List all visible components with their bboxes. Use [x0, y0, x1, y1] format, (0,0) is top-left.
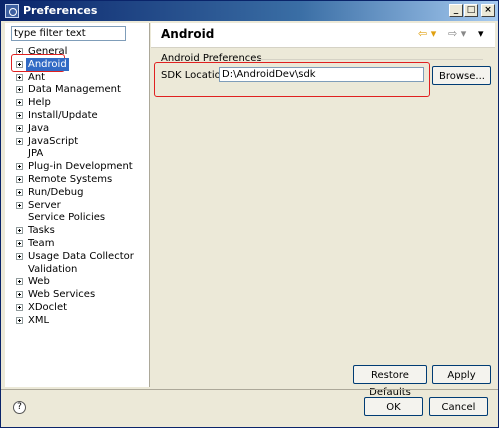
expand-plus-icon[interactable]	[16, 60, 23, 68]
expand-plus-icon[interactable]	[16, 86, 23, 94]
maximize-button[interactable]: □	[464, 4, 478, 17]
tree-item-label: Android	[26, 57, 69, 71]
tree-item-label: Plug-in Development	[28, 161, 133, 173]
restore-defaults-button[interactable]: Restore Defaults	[353, 365, 427, 398]
window-title: Preferences	[23, 4, 98, 17]
expand-plus-icon[interactable]	[16, 99, 23, 107]
expand-plus-icon[interactable]	[16, 188, 23, 196]
tree-item-label: Run/Debug	[28, 186, 84, 198]
expand-plus-icon[interactable]	[16, 304, 23, 311]
tree-item-label: Usage Data Collector	[28, 250, 134, 262]
help-icon[interactable]: ?	[13, 401, 26, 414]
tree-item-label: Validation	[28, 263, 78, 275]
tree-item-label: XDoclet	[28, 302, 68, 313]
eclipse-icon	[5, 4, 19, 18]
arrow-left-icon[interactable]: ⇦ ▾	[418, 27, 436, 40]
tree-item-label: Web Services	[28, 289, 96, 301]
tree-item-label: Help	[28, 97, 51, 109]
cancel-button[interactable]: Cancel	[429, 397, 488, 416]
arrow-right-icon[interactable]: ⇨ ▾	[448, 27, 466, 40]
tree-item-label: Server	[28, 199, 61, 211]
minimize-button[interactable]: _	[449, 4, 463, 17]
tree-item-label: Tasks	[28, 225, 55, 237]
expand-plus-icon[interactable]	[16, 112, 23, 119]
expand-plus-icon[interactable]	[16, 137, 23, 145]
filter-input[interactable]	[11, 26, 126, 41]
tree-item-label: Team	[28, 238, 55, 249]
expand-plus-icon[interactable]	[16, 291, 23, 299]
tree-item-label: XML	[28, 314, 50, 326]
page-title: Android	[161, 27, 215, 41]
chevron-down-icon[interactable]: ▾	[478, 27, 484, 40]
ok-button[interactable]: OK	[364, 397, 423, 416]
tree-item-label: Service Policies	[28, 212, 106, 224]
expand-plus-icon[interactable]	[16, 176, 23, 183]
expand-plus-icon[interactable]	[16, 73, 23, 81]
group-divider	[253, 59, 483, 60]
tree-item-label: Install/Update	[28, 110, 98, 121]
close-button[interactable]: ×	[481, 4, 495, 17]
expand-plus-icon[interactable]	[16, 124, 23, 132]
sdk-highlight-annotation	[154, 62, 430, 97]
expand-plus-icon[interactable]	[16, 201, 23, 209]
browse-button[interactable]: Browse...	[432, 66, 491, 85]
expand-plus-icon[interactable]	[16, 316, 23, 324]
expand-plus-icon[interactable]	[16, 252, 23, 260]
dialog-divider	[1, 389, 498, 390]
preferences-window: Preferences _ □ × GeneralAndroidAntData …	[0, 0, 499, 428]
tree-item-label: Web	[28, 276, 50, 288]
expand-plus-icon[interactable]	[16, 240, 23, 247]
title-bar: Preferences _ □ ×	[1, 1, 498, 21]
tree-item-label: Remote Systems	[28, 174, 113, 185]
tree-item-label: JPA	[28, 148, 44, 160]
expand-plus-icon[interactable]	[16, 278, 23, 286]
expand-plus-icon[interactable]	[16, 227, 23, 235]
tree-item-label: Java	[28, 122, 50, 134]
tree-item-label: Data Management	[28, 84, 121, 96]
tree-item-label: Ant	[28, 71, 46, 83]
apply-button[interactable]: Apply	[432, 365, 491, 384]
preference-tree-pane: GeneralAndroidAntData ManagementHelpInst…	[5, 23, 150, 387]
page-header: Android ⇦ ▾ ⇨ ▾ ▾	[151, 23, 495, 48]
expand-plus-icon[interactable]	[16, 163, 23, 171]
tree-item-label: JavaScript	[28, 135, 79, 147]
